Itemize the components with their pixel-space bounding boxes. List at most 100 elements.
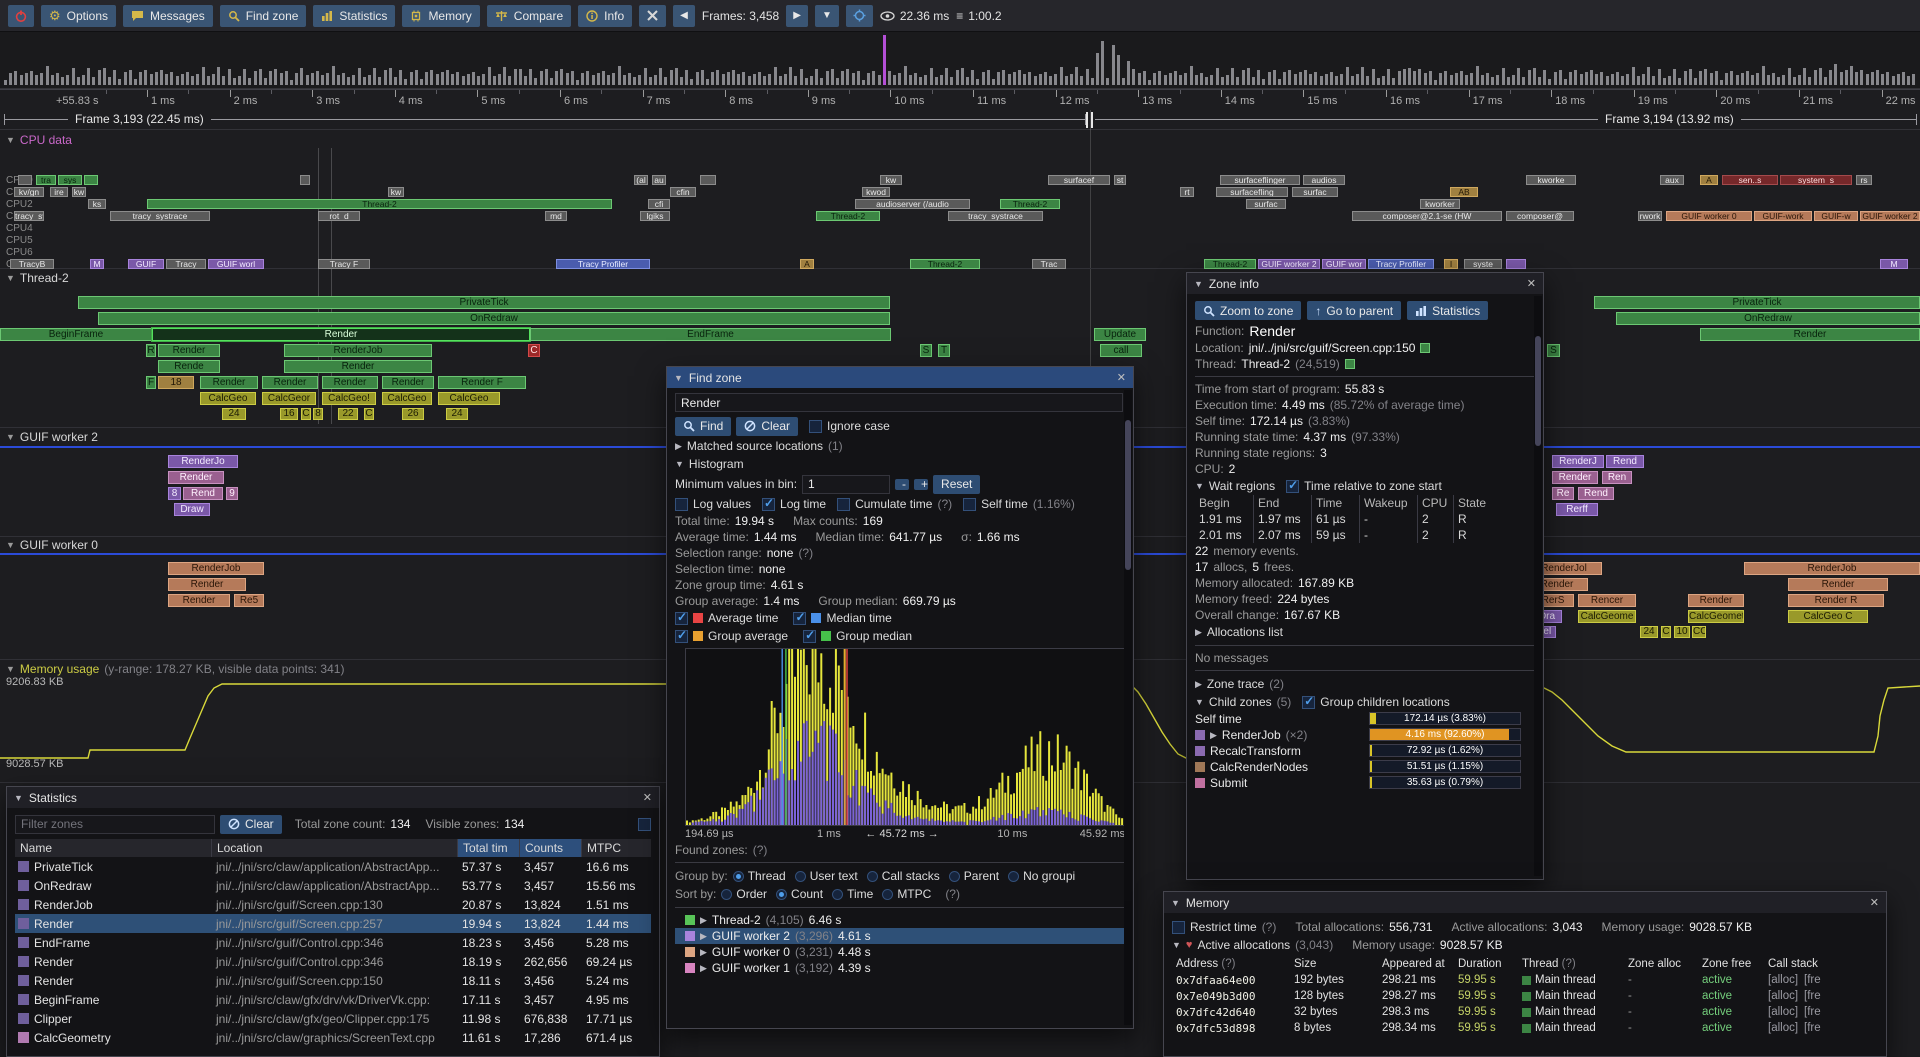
wait-region-row[interactable]: 1.91 ms1.97 ms61 µs-2R (1195, 511, 1497, 527)
timeline-zone[interactable]: Rerff (1556, 503, 1598, 516)
timeline-zone[interactable]: Re (1552, 487, 1574, 500)
sort-by-order[interactable]: Order (721, 887, 767, 901)
stats-column-header[interactable]: Name (15, 839, 211, 857)
self-time-checkbox[interactable] (963, 498, 976, 511)
zone-group-row[interactable]: ▶Thread-2(4,105)6.46 s (675, 912, 1125, 928)
memory-usage-header[interactable]: ▼Memory usage(y-range: 178.27 KB, visibl… (6, 662, 344, 676)
timeline-zone[interactable]: CalcGeor (262, 392, 316, 405)
timeline-zone[interactable]: Thread-2 (816, 211, 880, 221)
timeline-zone[interactable] (700, 175, 716, 185)
find-zone-query-input[interactable] (675, 393, 1123, 412)
collapse-icon[interactable]: ▶ (1195, 627, 1202, 638)
allocations-column-header[interactable]: Zone alloc (1624, 958, 1698, 970)
timeline-zone[interactable]: rot_d (318, 211, 360, 221)
callstack-alloc-link[interactable]: [alloc] (1768, 1022, 1798, 1034)
clear-button[interactable]: Clear (736, 417, 798, 436)
go-to-parent-button[interactable]: ↑Go to parent (1307, 301, 1401, 320)
timeline-zone[interactable]: PrivateTick (78, 296, 890, 309)
timeline-zone[interactable]: Trac (1032, 259, 1066, 269)
child-zone-row[interactable]: Submit35.63 µs (0.79%) (1195, 775, 1535, 791)
timeline-zone[interactable]: composer@ (1506, 211, 1574, 221)
timeline-zone[interactable]: R (146, 344, 156, 357)
timeline-zone[interactable]: F (146, 376, 156, 389)
timeline-zone[interactable]: au (652, 175, 666, 185)
find-zone-button[interactable]: Find zone (220, 5, 307, 27)
restrict-time-checkbox[interactable] (1172, 921, 1185, 934)
timeline-zone[interactable]: kv/gn (14, 187, 44, 197)
callstack-alloc-link[interactable]: [alloc] (1768, 1006, 1798, 1018)
timeline-zone[interactable]: syste (1464, 259, 1502, 269)
timeline-zone[interactable]: OnRedraw (1616, 312, 1920, 325)
timeline-zone[interactable]: Render (158, 344, 220, 357)
timeline-zone[interactable]: CalcGeo (200, 392, 256, 405)
timeline-zone[interactable]: Render (284, 360, 432, 373)
timeline-zone[interactable]: 18 (158, 376, 194, 389)
log-values-checkbox[interactable] (675, 498, 688, 511)
timeline-zone[interactable]: GUIF worker 2 (1258, 259, 1320, 269)
timeline-zone[interactable]: kw (72, 187, 86, 197)
timeline-zone[interactable]: Rencer (1578, 594, 1636, 607)
sort-by-time[interactable]: Time (832, 887, 873, 901)
timeline-zone[interactable]: A (1700, 175, 1718, 185)
histogram-plot[interactable] (685, 648, 1125, 826)
zone-info-scrollbar[interactable] (1534, 296, 1542, 876)
group-by-call-stacks[interactable]: Call stacks (867, 869, 940, 883)
timeline-zone[interactable]: Render F (438, 376, 526, 389)
callstack-alloc-link[interactable]: [alloc] (1768, 990, 1798, 1002)
thread-header-thread-2[interactable]: ▼Thread-2 (6, 271, 69, 285)
timeline-zone[interactable]: system_s (1780, 175, 1852, 185)
allocations-column-header[interactable]: Call stack (1764, 958, 1878, 970)
child-zone-row[interactable]: CalcRenderNodes51.51 µs (1.15%) (1195, 759, 1535, 775)
timeline-zone[interactable]: Tracy (166, 259, 206, 269)
collapse-icon[interactable]: ▶ (700, 931, 707, 942)
timeline-zone[interactable]: Render (1788, 578, 1888, 591)
zone-info-titlebar[interactable]: ▼ Zone info ✕ (1187, 273, 1543, 294)
location-value[interactable]: jni/../jni/src/guif/Screen.cpp:150 (1249, 341, 1416, 355)
stats-row[interactable]: RenderJobjni/../jni/src/guif/Screen.cpp:… (15, 895, 651, 914)
collapse-icon[interactable]: ▼ (1172, 940, 1181, 950)
timeline-zone[interactable]: Render R (1788, 594, 1884, 607)
timeline-zone[interactable]: Render (168, 578, 246, 591)
timeline-zone[interactable]: Thread-2 (1000, 199, 1060, 209)
min-bin-input[interactable] (802, 475, 890, 494)
child-zone-row[interactable]: ▶RenderJob(×2)4.16 ms (92.60%) (1195, 727, 1535, 743)
timeline-zone[interactable]: Re5 (234, 594, 264, 607)
options-button[interactable]: ⚙Options (41, 5, 116, 27)
timeline-zone[interactable]: BeginFrame (0, 328, 152, 341)
collapse-icon[interactable]: ▼ (1195, 481, 1204, 491)
ignore-case-checkbox[interactable] (809, 420, 822, 433)
bin-increase-button[interactable]: + (914, 479, 928, 490)
timeline-zone[interactable]: surfacefling (1216, 187, 1288, 197)
timeline-zone[interactable]: kwod (862, 187, 890, 197)
timeline-zone[interactable]: Render (1688, 594, 1744, 607)
timeline-zone[interactable] (18, 175, 32, 185)
stats-row[interactable]: Renderjni/../jni/src/guif/Screen.cpp:257… (15, 914, 651, 933)
reset-button[interactable]: Reset (933, 475, 980, 494)
allocations-column-header[interactable]: Thread (?) (1518, 958, 1624, 970)
timeline-zone[interactable]: T (938, 344, 950, 357)
timeline-zone[interactable]: GUIF-w (1814, 211, 1858, 221)
collapse-icon[interactable]: ▼ (6, 432, 15, 442)
group-by-thread[interactable]: Thread (733, 869, 786, 883)
timeline-zone[interactable]: call (1100, 344, 1142, 357)
timeline-zone[interactable]: Update (1094, 328, 1146, 341)
stats-column-header[interactable]: MTPC (581, 839, 651, 857)
allocations-column-header[interactable]: Duration (1454, 958, 1518, 970)
cpu-data-header[interactable]: ▼CPU data (6, 133, 72, 147)
zone-group-row[interactable]: ▶GUIF worker 0(3,231)4.48 s (675, 944, 1125, 960)
timeline-zone[interactable]: AB (1450, 187, 1478, 197)
timeline-zone[interactable]: sen..s (1722, 175, 1778, 185)
allocation-row[interactable]: 0x7dfc53d8988 bytes298.34 ms59.95 sMain … (1172, 1020, 1878, 1036)
timeline-zone[interactable]: GUIF-work (1754, 211, 1812, 221)
find-button[interactable]: Find (675, 417, 731, 436)
legend-checkbox[interactable] (803, 630, 816, 643)
stats-row[interactable]: PrivateTickjni/../jni/src/claw/applicati… (15, 857, 651, 876)
legend-checkbox[interactable] (675, 630, 688, 643)
timeline-zone[interactable]: RenderJob (168, 562, 264, 575)
statistics-button[interactable]: Statistics (313, 5, 395, 27)
timeline-zone[interactable]: surfacef (1048, 175, 1110, 185)
prev-frame-button[interactable]: ◀ (673, 5, 695, 27)
timeline-zone[interactable]: CalcGeo! (322, 392, 376, 405)
timeline-zone[interactable]: 24 (446, 408, 468, 420)
timeline-zone[interactable]: audios (1303, 175, 1345, 185)
